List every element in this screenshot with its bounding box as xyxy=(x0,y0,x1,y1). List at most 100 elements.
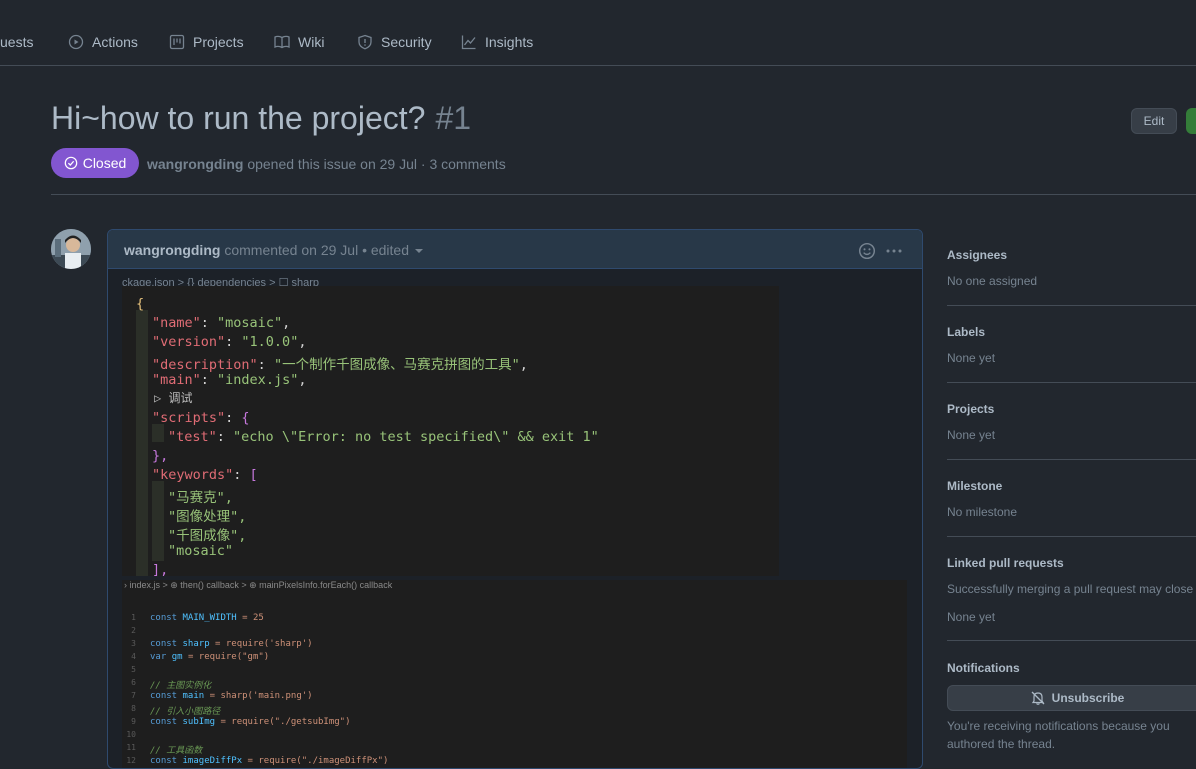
chevron-down-icon[interactable] xyxy=(415,249,424,254)
issue-author-link[interactable]: wangrongding xyxy=(147,156,243,172)
keyword: const xyxy=(150,691,183,701)
sidebar-title: Milestone xyxy=(947,479,1003,493)
comment-author-link[interactable]: wangrongding xyxy=(124,242,220,258)
sidebar-title: Projects xyxy=(947,402,995,416)
code-line: "马赛克", xyxy=(168,490,233,506)
json-punct: , xyxy=(519,357,528,373)
avatar[interactable] xyxy=(51,229,91,269)
line-number: 9 xyxy=(131,717,136,726)
sidebar-linked-prs[interactable]: Linked pull requests Successfully mergin… xyxy=(947,556,1196,624)
code-line: "test": "echo \"Error: no test specified… xyxy=(168,429,599,445)
nav-insights-label: Insights xyxy=(485,34,534,50)
sidebar-desc: Successfully merging a pull request may … xyxy=(947,582,1196,596)
shield-icon xyxy=(358,34,372,50)
code-line: // 工具函数 xyxy=(150,746,203,756)
json-key: "main" xyxy=(152,372,201,388)
line-number: 8 xyxy=(131,704,136,713)
screenshot2-breadcrumb: › index.js > ⊕ then() callback > ⊕ mainP… xyxy=(124,580,393,590)
keyword: const xyxy=(150,639,183,649)
keyword: const xyxy=(150,756,183,766)
line-number: 5 xyxy=(131,665,136,674)
code-line: "name": "mosaic", xyxy=(152,315,290,331)
code-line: "keywords": [ xyxy=(152,467,258,483)
nav-actions-label: Actions xyxy=(92,34,138,50)
nav-projects[interactable]: Projects xyxy=(169,31,244,53)
code-line: "图像处理", xyxy=(168,509,247,525)
kebab-menu-icon[interactable] xyxy=(885,242,903,260)
issue-title-text: Hi~how to run the project? xyxy=(51,100,426,136)
sidebar-value: None yet xyxy=(947,610,996,624)
expression: = require("./imageDiffPx") xyxy=(242,756,389,766)
json-value: "1.0.0" xyxy=(241,334,299,350)
sidebar-title: Labels xyxy=(947,325,986,339)
unsubscribe-label: Unsubscribe xyxy=(1051,691,1125,705)
json-colon: : xyxy=(200,372,218,388)
line-number: 2 xyxy=(131,626,136,635)
comment-card: wangrongding commented on 29 Jul • edite… xyxy=(107,229,923,769)
json-colon: : xyxy=(216,429,234,445)
code-line: "scripts": { xyxy=(152,410,250,426)
expression: = 25 xyxy=(236,613,264,623)
sidebar-value: No milestone xyxy=(947,505,1018,519)
expression: = require("./getsubImg") xyxy=(215,717,351,727)
project-icon xyxy=(169,34,185,50)
sidebar-value: No one assigned xyxy=(947,274,1038,288)
new-issue-button[interactable] xyxy=(1186,108,1196,134)
nav-pull-requests[interactable]: uests xyxy=(0,31,33,53)
json-punct: , xyxy=(298,334,307,350)
book-icon xyxy=(274,35,290,49)
comment-meta[interactable]: commented on 29 Jul • edited xyxy=(224,242,409,258)
smiley-icon[interactable] xyxy=(858,242,876,260)
code-line: { xyxy=(136,296,145,312)
code-line: // 引入小图路径 xyxy=(150,707,221,717)
identifier: main xyxy=(182,691,205,701)
nav-security[interactable]: Security xyxy=(357,31,432,53)
json-colon: : xyxy=(257,357,274,373)
expression: = require("gm") xyxy=(182,652,270,662)
identifier: subImg xyxy=(182,717,216,727)
avatar-image xyxy=(51,229,91,269)
sidebar-divider xyxy=(947,536,1196,537)
json-punct: , xyxy=(298,372,307,388)
issue-number: #1 xyxy=(435,100,472,136)
expression: = sharp('main.png') xyxy=(204,691,313,701)
keyword: var xyxy=(150,652,172,662)
edit-button[interactable]: Edit xyxy=(1131,108,1177,134)
json-colon: : xyxy=(200,315,218,331)
sidebar-milestone[interactable]: Milestone No milestone xyxy=(947,479,1196,519)
code-line: ], xyxy=(152,562,169,576)
sidebar-assignees[interactable]: Assignees No one assigned xyxy=(947,248,1196,288)
issue-title: Hi~how to run the project? #1 xyxy=(51,100,471,137)
code-line: "mosaic" xyxy=(168,543,234,559)
indent-guide xyxy=(136,310,148,576)
unsubscribe-button[interactable]: Unsubscribe xyxy=(947,685,1196,711)
sidebar-projects[interactable]: Projects None yet xyxy=(947,402,1196,442)
sidebar-notifications: Notifications xyxy=(947,661,1196,675)
identifier: imageDiffPx xyxy=(182,756,243,766)
code-line: "version": "1.0.0", xyxy=(152,334,306,350)
code-screenshot-index-js: › index.js > ⊕ then() callback > ⊕ mainP… xyxy=(122,580,907,768)
code-line: "千图成像", xyxy=(168,528,247,544)
indent-guide xyxy=(152,424,164,442)
comment-header: wangrongding commented on 29 Jul • edite… xyxy=(108,230,922,269)
play-icon xyxy=(68,34,84,50)
json-key: "test" xyxy=(168,429,217,445)
keyword: const xyxy=(150,613,183,623)
nav-pull-requests-label: uests xyxy=(0,34,34,50)
line-number: 10 xyxy=(126,730,136,739)
nav-actions[interactable]: Actions xyxy=(68,31,138,53)
identifier: sharp xyxy=(182,639,210,649)
nav-wiki[interactable]: Wiki xyxy=(274,31,324,53)
nav-projects-label: Projects xyxy=(193,34,244,50)
json-colon: : xyxy=(225,410,242,426)
json-key: "version" xyxy=(152,334,226,350)
debug-codelens: ▷ 调试 xyxy=(154,391,193,405)
sidebar-divider xyxy=(947,640,1196,641)
indent-guide xyxy=(152,481,164,561)
json-key: "scripts" xyxy=(152,410,226,426)
sidebar-labels[interactable]: Labels None yet xyxy=(947,325,1196,365)
line-number: 6 xyxy=(131,678,136,687)
code-line: // 主图实例化 xyxy=(150,681,212,691)
sidebar-divider xyxy=(947,305,1196,306)
nav-insights[interactable]: Insights xyxy=(461,31,533,53)
